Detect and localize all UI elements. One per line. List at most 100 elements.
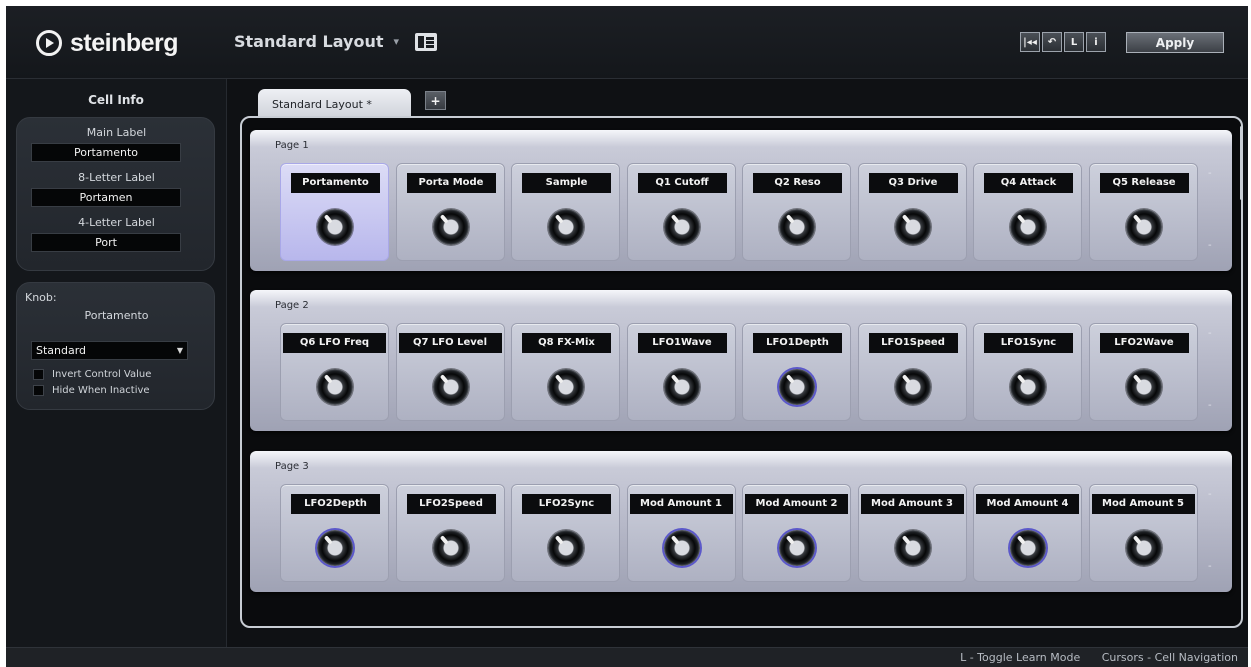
knob-icon[interactable] [317,530,353,566]
apply-button[interactable]: Apply [1126,32,1224,53]
control-cell[interactable]: Q5 Release [1088,163,1198,261]
knob-icon[interactable] [663,369,700,405]
cell-label: LFO2Speed [406,494,496,514]
control-cell[interactable]: Mod Amount 1 [626,484,736,582]
knob-icon[interactable] [548,530,584,566]
knob-icon[interactable] [548,209,584,245]
reset-button[interactable]: |◂◂ [1020,32,1040,52]
main-label-field[interactable]: Portamento [31,143,181,162]
control-cell[interactable]: Q4 Attack [973,163,1082,261]
knob-icon[interactable] [779,369,815,405]
control-cell[interactable]: LFO2Speed [395,484,505,582]
control-cell[interactable]: LFO1Speed [857,323,967,421]
tab-standard-layout[interactable]: Standard Layout * [258,89,411,118]
cell-navigation-hint: Cursors - Cell Navigation [1101,651,1238,664]
knob-icon[interactable] [894,209,931,245]
control-cell[interactable]: LFO2Depth [280,484,389,582]
steinberg-logo: steinberg [36,28,179,58]
dropdown-arrow-icon: ▼ [176,346,183,355]
header-bar: steinberg Standard Layout ▾ |◂◂ ↶ L i Ap… [6,6,1248,79]
control-cell[interactable]: Mod Amount 5 [1088,484,1198,582]
invert-control-label: Invert Control Value [52,369,152,380]
checkbox-box[interactable] [33,385,44,396]
cell-label: Mod Amount 2 [745,494,848,514]
knob-icon[interactable] [1010,530,1046,566]
control-cell[interactable]: LFO1Sync [973,323,1082,421]
cell-label: Portamento [291,173,380,193]
knob-icon[interactable] [1010,209,1046,245]
info-button[interactable]: i [1086,32,1106,52]
hide-when-inactive-checkbox[interactable]: Hide When Inactive [33,385,150,396]
knob-icon[interactable] [432,369,469,405]
knob-panel: Knob: Portamento Standard ▼ Invert Contr… [16,282,215,410]
knob-icon[interactable] [317,209,353,245]
four-letter-label-field[interactable]: Port [31,233,181,252]
cell-label: LFO1Wave [637,333,727,353]
cell-label: Q8 FX-Mix [522,333,611,353]
control-cell[interactable]: Q6 LFO Freq [280,323,389,421]
layout-view-icon[interactable] [415,32,438,51]
cell-label: Sample [522,173,611,193]
page-scroll-down-marker: - [1208,400,1212,411]
page-title: Page 1 [275,140,309,151]
knob-icon[interactable] [1125,209,1162,245]
knob-icon[interactable] [432,209,469,245]
label-panel: Main Label Portamento 8-Letter Label Por… [16,117,215,271]
undo-button[interactable]: ↶ [1042,32,1062,52]
page-title: Page 3 [275,461,309,472]
page-scroll-down-marker: - [1208,561,1212,572]
cell-label: Mod Amount 4 [976,494,1079,514]
knob-caption: Knob: [25,291,57,304]
control-cell[interactable]: Mod Amount 2 [742,484,851,582]
page-scroll-down-marker: - [1208,240,1212,251]
control-cell[interactable]: Q8 FX-Mix [511,323,620,421]
control-cell[interactable]: Q7 LFO Level [395,323,505,421]
knob-icon[interactable] [663,209,700,245]
knob-icon[interactable] [432,530,469,566]
control-cell[interactable]: Q3 Drive [857,163,967,261]
page-title: Page 2 [275,300,309,311]
eight-letter-label-field[interactable]: Portamen [31,188,181,207]
checkbox-box[interactable] [33,369,44,380]
knob-icon[interactable] [1010,369,1046,405]
control-cell[interactable]: Sample [511,163,620,261]
cell-label: Q2 Reso [753,173,842,193]
page-scroll-up-marker: - [1208,328,1212,339]
control-cell[interactable]: Mod Amount 4 [973,484,1082,582]
control-cell[interactable]: Q2 Reso [742,163,851,261]
toolbar: |◂◂ ↶ L i [1020,32,1108,52]
control-cell[interactable]: Portamento [280,163,389,261]
cell-label: LFO2Sync [522,494,611,514]
knob-icon[interactable] [894,530,931,566]
knob-icon[interactable] [317,369,353,405]
four-letter-label-caption: 4-Letter Label [78,216,155,229]
main-label-caption: Main Label [86,126,147,139]
knob-mode-select[interactable]: Standard ▼ [31,341,188,360]
vertical-scrollbar[interactable] [1240,126,1243,200]
knob-icon[interactable] [779,209,815,245]
knob-icon[interactable] [1125,530,1162,566]
control-cell[interactable]: LFO1Wave [626,323,736,421]
knob-icon[interactable] [779,530,815,566]
cell-info-sidebar: Cell Info Main Label Portamento 8-Letter… [6,79,227,647]
layout-title: Standard Layout [234,32,384,51]
knob-icon[interactable] [894,369,931,405]
cell-label: Q3 Drive [868,173,958,193]
learn-mode-button[interactable]: L [1064,32,1084,52]
knob-icon[interactable] [1125,369,1162,405]
control-cell[interactable]: Mod Amount 3 [857,484,967,582]
control-cell[interactable]: LFO2Wave [1088,323,1198,421]
cell-label: LFO1Speed [868,333,958,353]
knob-icon[interactable] [663,530,700,566]
cell-label: Q1 Cutoff [637,173,727,193]
control-cell[interactable]: LFO1Depth [742,323,851,421]
add-tab-button[interactable]: + [425,91,446,110]
invert-control-checkbox[interactable]: Invert Control Value [33,369,151,380]
layout-selector[interactable]: Standard Layout ▾ [234,32,438,51]
control-cell[interactable]: Q1 Cutoff [626,163,736,261]
control-cell[interactable]: LFO2Sync [511,484,620,582]
control-cell[interactable]: Porta Mode [395,163,505,261]
cell-label: LFO2Depth [291,494,380,514]
knob-icon[interactable] [548,369,584,405]
steinberg-logo-icon [36,30,62,56]
